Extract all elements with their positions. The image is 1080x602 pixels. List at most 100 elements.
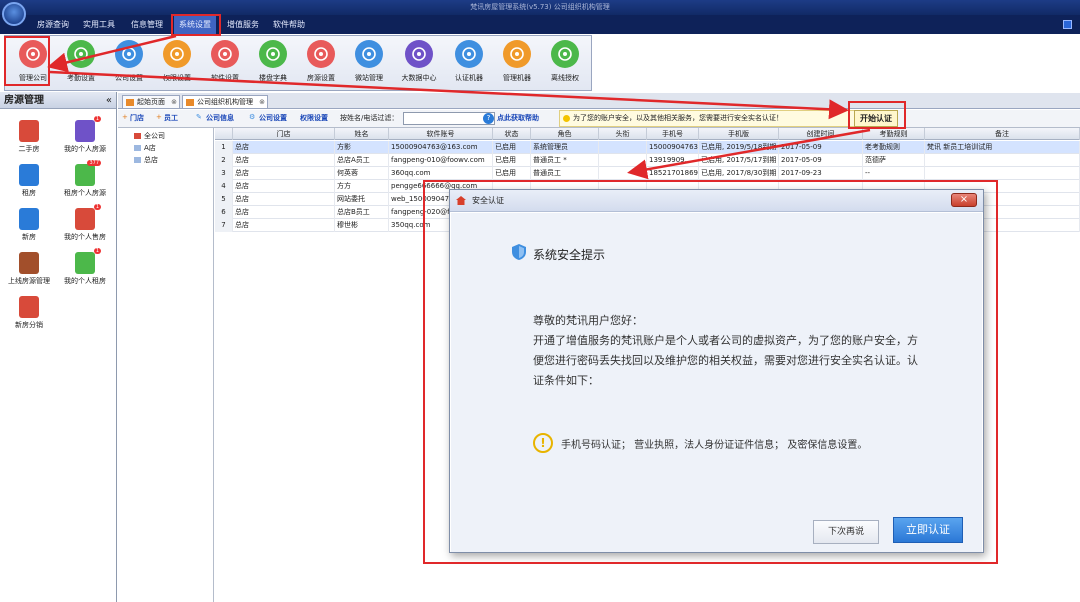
column-header[interactable]: 姓名 (335, 128, 389, 140)
table-row[interactable]: 3 总店 何英蓉 360qq.com 已启用 普通员工 18521701869 已启用, 20… (215, 167, 1080, 180)
table-cell: 6 (215, 206, 233, 219)
ribbon-button-data-house[interactable]: 大数据中心 (393, 38, 445, 90)
left-panel-item[interactable]: 1 我的个人房源 (56, 116, 114, 154)
left-panel-item[interactable]: 377 租房个人房源 (56, 160, 114, 198)
shield-icon (512, 244, 526, 260)
folder-icon (134, 157, 141, 163)
table-cell: 4 (215, 180, 233, 193)
ribbon-button-server[interactable]: 管理机器 (491, 38, 543, 90)
ribbon-button-shield[interactable]: 权限设置 (151, 38, 203, 90)
menu-info-management[interactable]: 信息管理 (126, 15, 168, 34)
table-cell: 方方 (335, 180, 389, 193)
close-button[interactable]: × (951, 193, 977, 207)
table-cell: 7 (215, 219, 233, 232)
ribbon-button-shield-check[interactable]: 认证机器 (443, 38, 495, 90)
column-header[interactable]: 创建时间 (779, 128, 863, 140)
house-icon: 377 (75, 160, 101, 186)
shield-icon (163, 40, 191, 68)
ribbon-button-label: 管理机器 (503, 74, 531, 82)
left-panel-item[interactable]: 新房 (0, 208, 58, 242)
authenticate-now-button[interactable]: 立即认证 (893, 517, 963, 543)
gear-icon: ⚙ (249, 113, 256, 121)
table-row[interactable]: 1 总店 方影 15000904763@163.com 已启用 系统管理员 15000904… (215, 141, 1080, 154)
menu-system-settings[interactable]: 系统设置 (174, 15, 216, 34)
help-link[interactable]: 点此获取帮助 (497, 113, 539, 123)
add-icon: + (122, 113, 128, 121)
table-header: 门店 姓名 软件账号 状态 角色 头衔 手机号 手机版 创建时间 考勤规则 备注 (215, 128, 1080, 140)
name-phone-filter-input[interactable] (403, 112, 495, 125)
column-header[interactable]: 软件账号 (389, 128, 493, 140)
table-cell: 已启用 (493, 141, 531, 154)
ribbon-button-building[interactable]: 楼盘字典 (247, 38, 299, 90)
left-panel-item[interactable]: 新房分销 (0, 296, 58, 330)
add-store-button[interactable]: 门店 (130, 113, 144, 123)
dialog-greeting: 尊敬的梵讯用户您好： (533, 314, 643, 327)
ribbon-button-tools[interactable]: 软件设置 (199, 38, 251, 90)
house-icon (19, 252, 39, 274)
left-panel-item[interactable]: 上线房源管理 (0, 252, 58, 286)
close-tab-icon[interactable]: ⊗ (259, 96, 265, 108)
ribbon-button-fingerprint[interactable]: 考勤设置 (55, 38, 107, 90)
tree-node-label: A店 (144, 144, 156, 152)
column-header[interactable]: 门店 (233, 128, 335, 140)
house-icon: 1 (75, 116, 101, 142)
table-cell: 已启用, 2017/5/17到期 (699, 154, 779, 167)
column-header[interactable]: 手机号 (647, 128, 699, 140)
table-cell: 360qq.com (389, 167, 493, 180)
table-cell: 13919909... (647, 154, 699, 167)
app-logo-icon[interactable] (2, 2, 26, 26)
menu-help[interactable]: 软件帮助 (268, 15, 310, 34)
company-settings-button[interactable]: 公司设置 (259, 113, 287, 123)
left-panel-item[interactable]: 1 我的个人租房 (56, 248, 114, 286)
company-info-button[interactable]: 公司信息 (206, 113, 234, 123)
ribbon-button-briefcase[interactable]: 公司设置 (103, 38, 155, 90)
column-header[interactable]: 状态 (493, 128, 531, 140)
start-auth-button[interactable]: 开始认证 (854, 110, 898, 127)
tab-start-page[interactable]: 起始页面 ⊗ (122, 95, 180, 109)
collapse-icon[interactable]: « (106, 92, 112, 109)
later-button[interactable]: 下次再说 (813, 520, 879, 544)
house-icon (126, 99, 134, 106)
fingerprint-icon (67, 40, 95, 68)
left-panel: 房源管理 « 二手房 1 我的个人房源 租房 377 租房个人房源 新房 1 我的个人售房 上线房… (0, 92, 117, 602)
ribbon-button-label: 权限设置 (163, 74, 191, 82)
folder-icon (134, 145, 141, 151)
permission-settings-button[interactable]: 权限设置 (300, 113, 328, 123)
left-panel-item[interactable]: 1 我的个人售房 (56, 204, 114, 242)
left-panel-item[interactable]: 二手房 (0, 120, 58, 154)
checkbox-icon[interactable] (1063, 20, 1072, 29)
close-tab-icon[interactable]: ⊗ (171, 96, 177, 108)
ribbon-button-person[interactable]: 管理公司 (7, 38, 59, 90)
column-header[interactable] (215, 128, 233, 140)
table-cell: 总店 (233, 141, 335, 154)
tab-org-management[interactable]: 公司组织机构管理 ⊗ (182, 95, 268, 109)
column-header[interactable]: 考勤规则 (863, 128, 925, 140)
column-header[interactable]: 头衔 (599, 128, 647, 140)
table-row[interactable]: 2 总店 总店A员工 fangpeng-010@foowv.com 已启用 普通员工 * 1… (215, 154, 1080, 167)
tree-node-root[interactable]: 全公司 (134, 131, 165, 141)
ribbon-button-store[interactable]: 微站管理 (343, 38, 395, 90)
menu-tools[interactable]: 实用工具 (78, 15, 120, 34)
left-panel-item[interactable]: 租房 (0, 164, 58, 198)
table-cell: 老考勤规则 (863, 141, 925, 154)
column-header[interactable]: 备注 (925, 128, 1080, 140)
ribbon-button-monitor-check[interactable]: 离线授权 (539, 38, 591, 90)
table-cell: 2017-09-23 (779, 167, 863, 180)
tree-node-a-store[interactable]: A店 (134, 143, 156, 153)
add-staff-button[interactable]: 员工 (164, 113, 178, 123)
left-panel-item-label: 我的个人售房 (64, 233, 106, 241)
menu-value-added[interactable]: 增值服务 (222, 15, 264, 34)
table-cell: 总店 (233, 219, 335, 232)
house-icon (186, 99, 194, 106)
table-cell: 总店A员工 (335, 154, 389, 167)
ribbon-button-house-gear[interactable]: 房源设置 (295, 38, 347, 90)
table-cell: 何英蓉 (335, 167, 389, 180)
column-header[interactable]: 手机版 (699, 128, 779, 140)
table-cell: 3 (215, 167, 233, 180)
column-header[interactable]: 角色 (531, 128, 599, 140)
menu-listing-search[interactable]: 房源查询 (32, 15, 74, 34)
auth-notice-text: 为了您的账户安全，以及其他相关服务，您需要进行安全实名认证！ (573, 114, 783, 122)
tree-node-head-store[interactable]: 总店 (134, 155, 158, 165)
table-cell: 已启用, 2017/8/30到期 (699, 167, 779, 180)
left-panel-item-label: 上线房源管理 (8, 277, 50, 285)
